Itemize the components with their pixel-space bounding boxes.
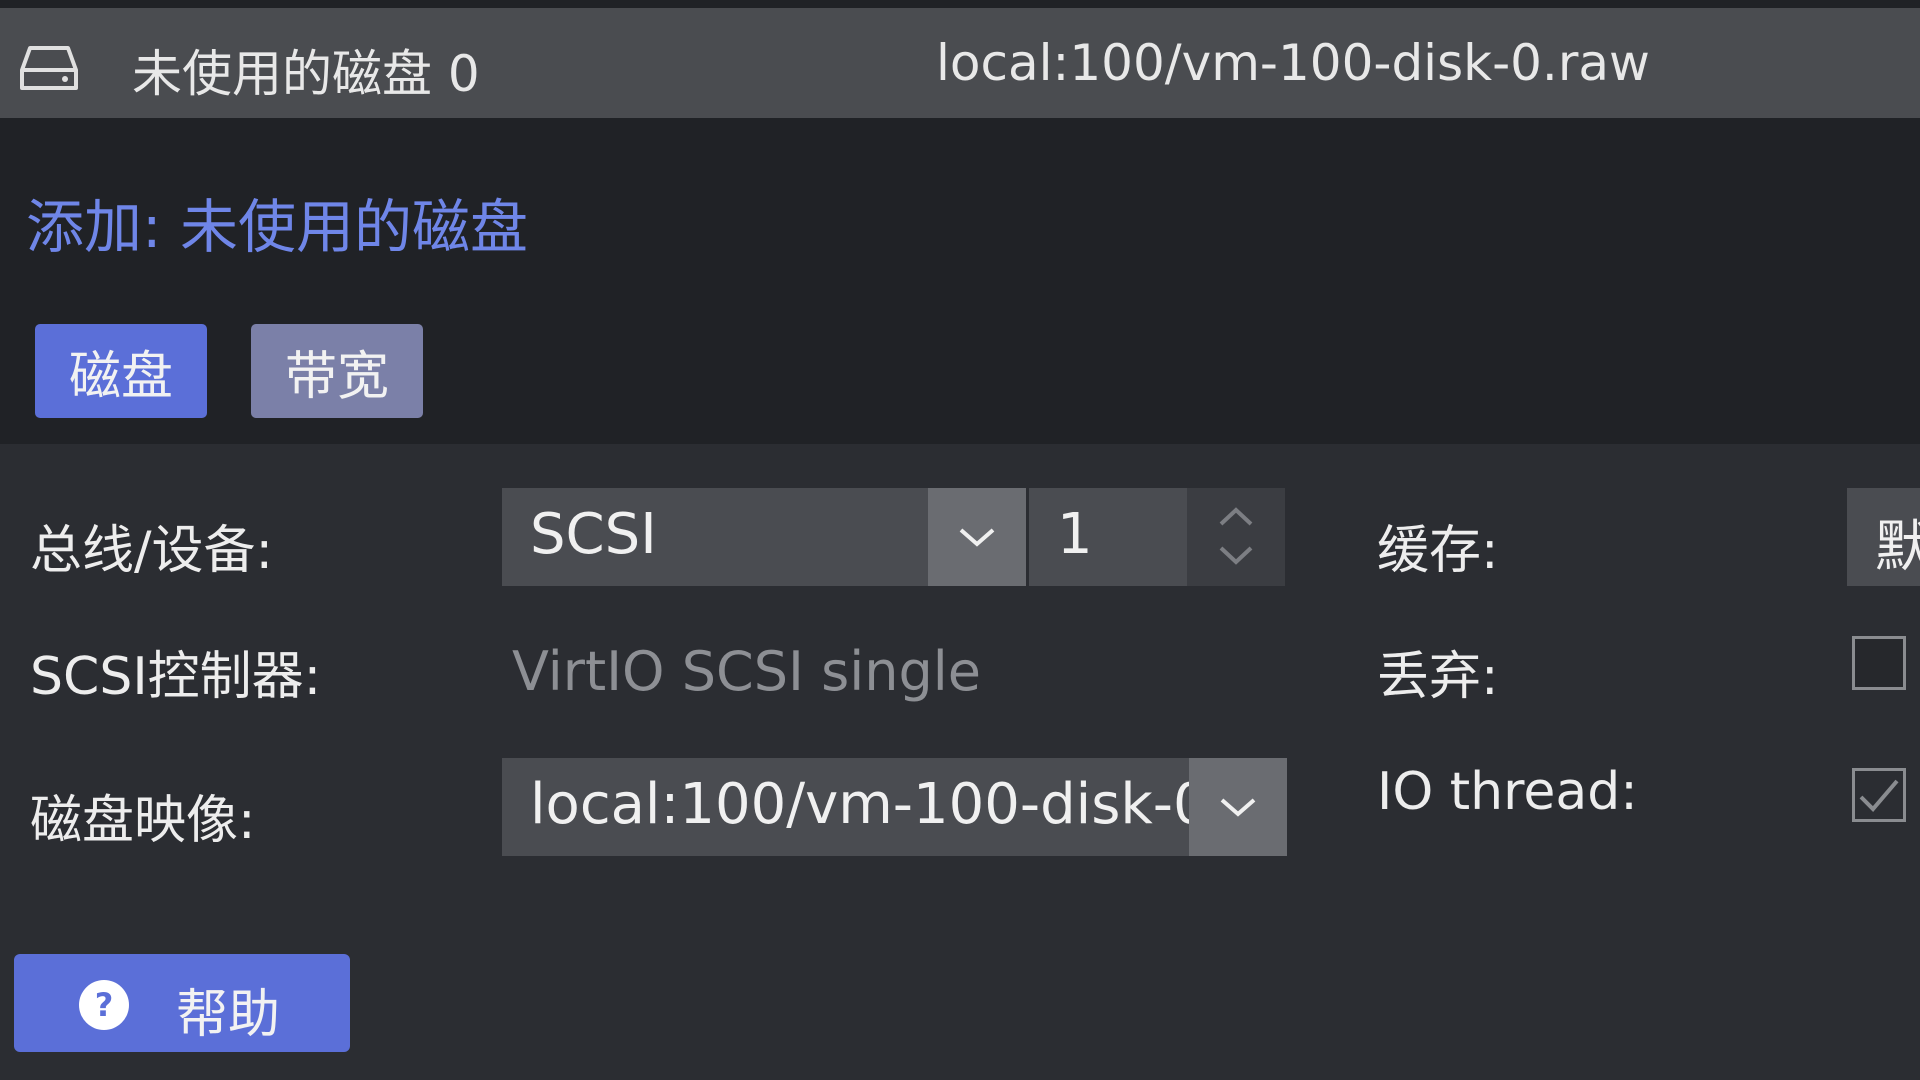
spinner-arrows-icon [1219,507,1253,565]
discard-label: 丢弃: [1377,647,1499,707]
cache-select-value: 默 [1875,515,1920,580]
hard-drive-icon [20,46,78,90]
unused-disk-row[interactable]: 未使用的磁盘 0 local:100/vm-100-disk-0.raw [0,8,1920,118]
unused-disk-label: 未使用的磁盘 0 [132,45,480,103]
discard-checkbox[interactable] [1852,636,1906,690]
io-thread-checkbox[interactable] [1852,768,1906,822]
device-number-input[interactable]: 1 [1029,488,1187,586]
question-circle-icon: ? [79,980,129,1030]
top-strip [0,0,1920,8]
svg-text:?: ? [95,986,114,1024]
bus-select[interactable]: SCSI [502,488,1026,586]
device-number-spinner[interactable] [1187,488,1285,586]
help-label: 帮助 [176,985,281,1045]
disk-image-select[interactable]: local:100/vm-100-disk-0. [502,758,1287,856]
disk-image-value: local:100/vm-100-disk-0. [530,772,1227,837]
tab-bandwidth[interactable]: 带宽 [251,324,423,418]
bus-select-trigger[interactable] [928,488,1026,586]
help-button[interactable]: ? 帮助 [14,954,350,1052]
cache-select[interactable]: 默 [1847,488,1920,586]
bus-device-label: 总线/设备: [30,521,274,581]
dialog-root: 未使用的磁盘 0 local:100/vm-100-disk-0.raw 添加:… [0,0,1920,1080]
chevron-down-icon [1220,798,1256,817]
unused-disk-value: local:100/vm-100-disk-0.raw [936,34,1650,92]
checkmark-icon [1859,779,1899,812]
io-thread-label: IO thread: [1377,762,1638,822]
cache-label: 缓存: [1377,521,1499,581]
scsi-controller-label: SCSI控制器: [30,647,322,707]
bus-select-value: SCSI [530,502,657,567]
device-number-value: 1 [1057,502,1093,567]
disk-image-label: 磁盘映像: [30,791,256,851]
disk-image-trigger[interactable] [1189,758,1287,856]
tab-disk[interactable]: 磁盘 [35,324,207,418]
dialog-title: 添加: 未使用的磁盘 [26,193,528,261]
scsi-controller-value: VirtIO SCSI single [512,640,981,703]
chevron-down-icon [959,528,995,547]
